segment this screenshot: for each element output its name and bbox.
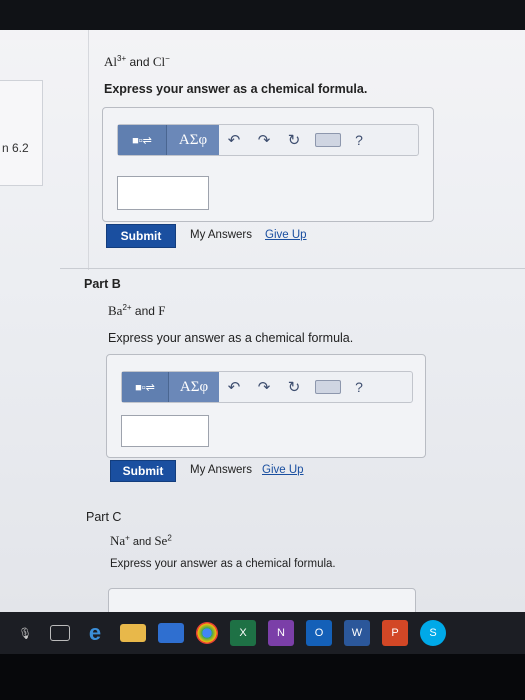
- bezel: [0, 654, 525, 700]
- onenote-icon[interactable]: N: [268, 620, 294, 646]
- part-c-species1: Na: [110, 533, 126, 548]
- part-a-question: Al3+ and Cl−: [104, 54, 170, 70]
- part-b-question: Ba2+ and F: [108, 303, 166, 319]
- part-b-give-up-link[interactable]: Give Up: [262, 464, 304, 476]
- part-a-species1: Al: [104, 54, 117, 69]
- template-button[interactable]: ■▫⇌: [118, 125, 167, 155]
- divider-vertical: [88, 30, 89, 270]
- undo-icon[interactable]: ↶: [219, 131, 249, 149]
- task-view-icon[interactable]: [50, 625, 70, 641]
- part-a-answer-box: ■▫⇌ ΑΣφ ↶ ↷ ↻ ?: [102, 107, 434, 222]
- part-c-species1-charge: +: [125, 533, 130, 543]
- part-a-species1-charge: 3+: [117, 54, 127, 63]
- part-b-species1-charge: 2+: [122, 303, 132, 312]
- part-b-answer-input[interactable]: [121, 415, 209, 447]
- part-b-answer-box: ■▫⇌ ΑΣφ ↶ ↷ ↻ ?: [106, 354, 426, 458]
- keyboard-icon[interactable]: [315, 380, 341, 394]
- part-c-conj: and: [132, 536, 152, 548]
- browser-page: n 6.2 Al3+ and Cl− Express your answer a…: [0, 0, 525, 612]
- part-b-species1: Ba: [108, 303, 123, 318]
- part-b-math-toolbar: ■▫⇌ ΑΣφ ↶ ↷ ↻ ?: [121, 371, 413, 403]
- symbols-button[interactable]: ΑΣφ: [169, 372, 219, 402]
- part-a-species2-charge: −: [165, 54, 170, 63]
- symbols-label: ΑΣφ: [178, 131, 208, 148]
- template-icon: ■▫⇌: [132, 134, 152, 147]
- browser-top-bar: [0, 0, 525, 30]
- store-icon[interactable]: [158, 623, 184, 643]
- part-c-label: Part C: [86, 510, 122, 524]
- excel-icon[interactable]: X: [230, 620, 256, 646]
- reset-icon[interactable]: ↻: [279, 378, 309, 396]
- skype-icon[interactable]: S: [420, 620, 446, 646]
- part-a-my-answers-link[interactable]: My Answers: [190, 229, 252, 241]
- edge-icon[interactable]: e: [82, 620, 108, 646]
- template-icon: ■▫⇌: [135, 381, 155, 394]
- taskbar: 🎙 e X N O W P S: [0, 612, 525, 654]
- keyboard-icon[interactable]: [315, 133, 341, 147]
- part-b-conj: and: [134, 304, 155, 318]
- symbols-button[interactable]: ΑΣφ: [167, 125, 219, 155]
- part-a-give-up-link[interactable]: Give Up: [265, 229, 307, 241]
- help-icon[interactable]: ?: [347, 132, 371, 148]
- part-b-instruction: Express your answer as a chemical formul…: [108, 331, 354, 345]
- symbols-label: ΑΣφ: [179, 378, 209, 395]
- part-a-math-toolbar: ■▫⇌ ΑΣφ ↶ ↷ ↻ ?: [117, 124, 419, 156]
- reset-icon[interactable]: ↻: [279, 131, 309, 149]
- side-panel-label: n 6.2: [2, 141, 29, 155]
- powerpoint-icon[interactable]: P: [382, 620, 408, 646]
- part-b-my-answers-link[interactable]: My Answers: [190, 464, 252, 476]
- part-c-instruction: Express your answer as a chemical formul…: [110, 558, 336, 570]
- divider-horizontal: [60, 268, 525, 269]
- part-c-species2-charge: 2: [167, 533, 172, 543]
- part-c-answer-box: [108, 588, 416, 612]
- part-a-submit-button[interactable]: Submit: [106, 224, 176, 248]
- part-c-species2: Se: [154, 533, 168, 548]
- part-b-submit-button[interactable]: Submit: [110, 460, 176, 482]
- side-panel: n 6.2: [0, 80, 43, 186]
- part-a-species2: Cl: [152, 54, 166, 69]
- part-a-answer-input[interactable]: [117, 176, 209, 210]
- mic-icon[interactable]: 🎙: [12, 620, 38, 646]
- undo-icon[interactable]: ↶: [219, 378, 249, 396]
- template-button[interactable]: ■▫⇌: [122, 372, 169, 402]
- word-icon[interactable]: W: [344, 620, 370, 646]
- outlook-icon[interactable]: O: [306, 620, 332, 646]
- redo-icon[interactable]: ↷: [249, 131, 279, 149]
- redo-icon[interactable]: ↷: [249, 378, 279, 396]
- part-c-question: Na+ and Se2: [110, 533, 172, 549]
- file-explorer-icon[interactable]: [120, 624, 146, 642]
- help-icon[interactable]: ?: [347, 379, 371, 395]
- part-a-conj: and: [129, 55, 150, 69]
- part-b-label: Part B: [84, 277, 121, 291]
- part-a-instruction: Express your answer as a chemical formul…: [104, 82, 368, 96]
- chrome-icon[interactable]: [196, 622, 218, 644]
- part-b-species2: F: [158, 303, 166, 318]
